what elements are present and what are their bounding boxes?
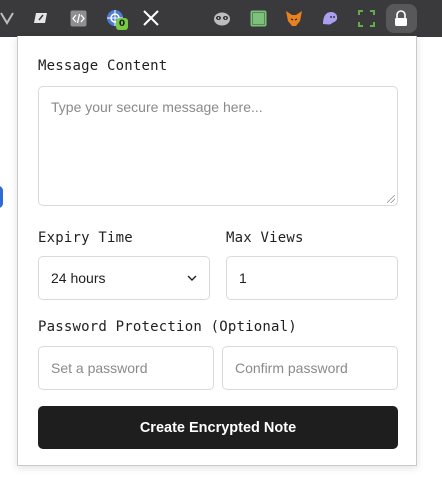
secure-note-popup: Message Content Expiry Time 24 hours Max… <box>17 36 417 466</box>
green-square-extension-icon[interactable] <box>249 9 267 27</box>
extension-menu-icon[interactable] <box>0 9 16 27</box>
create-encrypted-note-button[interactable]: Create Encrypted Note <box>38 406 398 449</box>
chevron-down-icon <box>187 272 197 285</box>
expiry-selected-value: 24 hours <box>51 270 106 286</box>
metamask-fox-icon[interactable] <box>285 9 303 27</box>
raccoon-extension-icon[interactable] <box>213 9 231 27</box>
code-extension-icon[interactable] <box>69 9 87 27</box>
max-views-label: Max Views <box>226 230 304 246</box>
expiry-select[interactable]: 24 hours <box>38 256 210 300</box>
selection-extension-icon[interactable] <box>357 9 375 27</box>
message-field-wrapper <box>38 86 398 206</box>
expiry-label: Expiry Time <box>38 230 133 246</box>
ghost-extension-icon[interactable] <box>321 9 339 27</box>
x-extension-icon[interactable] <box>142 9 160 27</box>
vpn-badge: 0 <box>116 18 128 30</box>
password-label: Password Protection (Optional) <box>38 319 297 335</box>
set-password-input[interactable] <box>38 346 214 390</box>
lock-extension-icon[interactable] <box>392 9 410 27</box>
browser-toolbar: 0 <box>0 0 442 37</box>
brush-extension-icon[interactable] <box>32 9 50 27</box>
max-views-input[interactable] <box>226 256 398 300</box>
message-textarea[interactable] <box>38 86 398 206</box>
page-edge-indicator <box>0 186 3 208</box>
resize-grip-icon[interactable] <box>387 195 395 203</box>
confirm-password-input[interactable] <box>222 346 398 390</box>
message-label: Message Content <box>38 58 168 74</box>
